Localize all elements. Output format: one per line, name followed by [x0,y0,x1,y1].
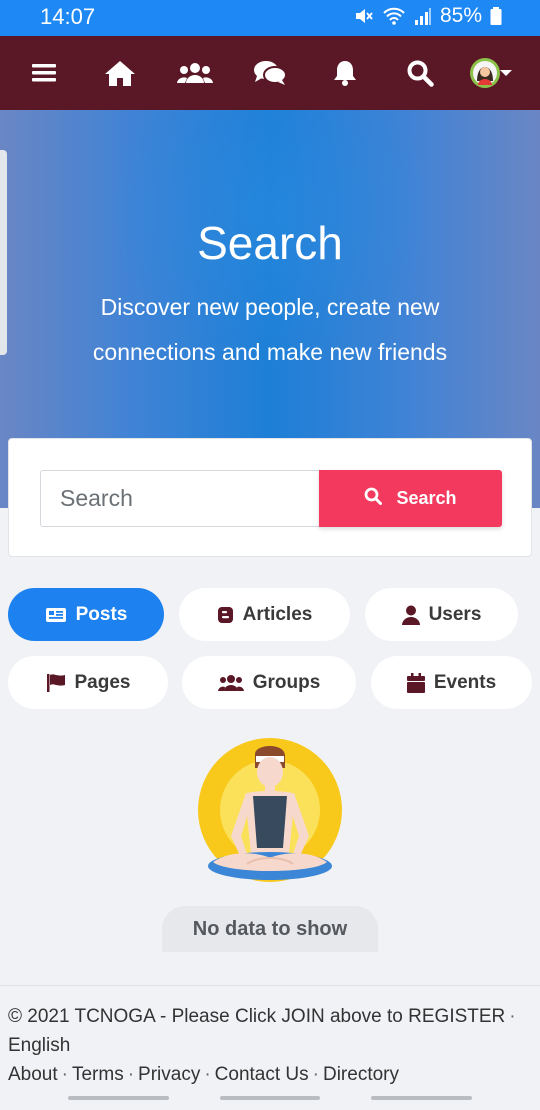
tab-label: Users [428,603,482,625]
bell-icon[interactable] [325,53,365,93]
back-gesture[interactable] [371,1096,472,1100]
home-gesture[interactable] [220,1096,320,1100]
page-title: Search [197,217,343,269]
top-navbar [0,36,540,110]
status-time: 14:07 [40,4,96,29]
meditation-illustration [195,738,345,888]
user-icon [401,605,420,625]
menu-icon[interactable] [25,53,65,93]
side-drawer-handle[interactable] [0,150,7,355]
footer-link-contact[interactable]: Contact Us [215,1064,309,1085]
tab-users[interactable]: Users [365,588,518,641]
wifi-icon [382,6,406,26]
empty-state-message: No data to show [162,906,378,952]
footer-link-terms[interactable]: Terms [72,1064,124,1085]
battery-level: 85% [439,4,482,27]
calendar-icon [406,672,425,693]
blog-icon [217,606,234,624]
search-input[interactable] [40,470,320,527]
mute-icon [354,6,374,26]
hero-subtitle: Discover new people, create new connecti… [92,294,448,365]
footer-link-directory[interactable]: Directory [323,1064,399,1085]
newspaper-icon [45,606,67,624]
footer-link-about[interactable]: About [8,1064,58,1085]
search-button[interactable]: Search [319,470,502,527]
tab-label: Posts [75,603,128,625]
search-icon[interactable] [400,53,440,93]
footer-link-privacy[interactable]: Privacy [138,1064,200,1085]
search-form: Search [8,438,532,557]
language-selector[interactable]: English [8,1035,70,1056]
recents-gesture[interactable] [68,1096,169,1100]
tab-articles[interactable]: Articles [179,588,350,641]
footer: © 2021 TCNOGA - Please Click JOIN above … [8,1006,516,1085]
tab-label: Pages [74,671,131,693]
friends-icon[interactable] [175,53,215,93]
tab-groups[interactable]: Groups [182,656,356,709]
footer-divider [0,985,540,986]
tab-posts[interactable]: Posts [8,588,164,641]
footer-copyright: © 2021 TCNOGA - Please Click JOIN above … [8,1006,506,1027]
home-icon[interactable] [100,53,140,93]
search-button-label: Search [396,488,457,508]
flag-icon [46,673,66,693]
signal-icon [414,6,432,26]
search-icon [364,487,383,510]
tab-pages[interactable]: Pages [8,656,168,709]
status-bar: 14:07 85% [0,0,540,36]
chat-icon[interactable] [250,53,290,93]
tab-label: Groups [252,671,321,693]
chevron-down-icon[interactable] [495,53,517,93]
tab-label: Articles [242,603,313,625]
tab-label: Events [433,671,497,693]
battery-icon [490,6,502,26]
tab-events[interactable]: Events [371,656,532,709]
users-icon [217,674,244,692]
